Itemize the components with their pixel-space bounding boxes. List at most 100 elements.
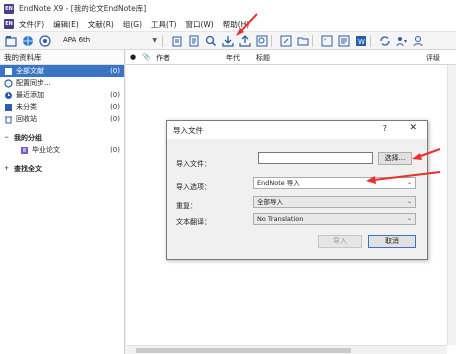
sidebar-group-find-fulltext[interactable]: + 查找全文 — [0, 162, 124, 175]
sidebar-item-label: 最近添加 — [16, 91, 44, 99]
import-option-value: EndNote 导入 — [257, 179, 300, 187]
word-icon[interactable]: W — [354, 34, 367, 47]
menu-bar: EN 文件(F) 编辑(E) 文献(R) 组(G) 工具(T) 窗口(W) 帮助… — [0, 17, 456, 32]
sidebar-item-recent[interactable]: 最近添加 (0) — [0, 89, 124, 101]
text-translation-value: No Translation — [257, 215, 304, 223]
sidebar-item-label: 毕业论文 — [32, 146, 60, 154]
import-file-dialog: 导入文件 ? ✕ 导入文件： 选择... 导入选项： EndNote 导入 ⌄ … — [166, 120, 428, 260]
open-file-icon[interactable] — [296, 34, 309, 47]
open-reference-icon[interactable] — [187, 34, 200, 47]
horizontal-scrollbar[interactable] — [126, 345, 447, 354]
export-icon[interactable] — [238, 34, 251, 47]
reference-list-header: ● 📎 作者 年代 标题 评级 — [126, 50, 456, 65]
window-title: EndNote X9 - [我的论文EndNote库] — [19, 4, 147, 13]
dialog-title-bar: 导入文件 ? ✕ — [167, 121, 427, 139]
recent-icon — [4, 91, 13, 100]
toolbar-divider — [312, 34, 313, 47]
trash-icon — [4, 115, 13, 124]
sidebar-item-trash[interactable]: 回收站 (0) — [0, 113, 124, 125]
title-bar: EN EndNote X9 - [我的论文EndNote库] — [0, 0, 456, 17]
import-option-label: 导入选项： — [176, 183, 211, 191]
column-header-title[interactable]: 标题 — [256, 53, 270, 63]
attachment-column-icon[interactable]: 📎 — [142, 53, 151, 61]
import-file-label: 导入文件： — [176, 160, 211, 168]
menu-help[interactable]: 帮助(H) — [223, 19, 250, 30]
sidebar-item-label: 全部文献 — [16, 67, 44, 75]
toolbar-divider — [271, 34, 272, 47]
choose-file-button[interactable]: 选择... — [378, 152, 412, 165]
endnote-menu-icon[interactable]: EN — [4, 19, 14, 29]
menu-edit[interactable]: 编辑(E) — [53, 19, 79, 30]
online-search-icon[interactable] — [21, 34, 34, 47]
vertical-scrollbar[interactable] — [447, 65, 456, 345]
sidebar-group-my-groups[interactable]: − 我的分组 — [0, 131, 124, 144]
duplicates-select[interactable]: 全部导入 ⌄ — [253, 196, 416, 208]
sidebar-group-title: 我的分组 — [14, 133, 42, 142]
sidebar-item-thesis[interactable]: 毕业论文 (0) — [0, 144, 124, 156]
sidebar-item-label: 回收站 — [16, 115, 37, 123]
sidebar-item-label: 配置同步... — [16, 79, 51, 87]
online-find-icon[interactable] — [255, 34, 268, 47]
menu-window[interactable]: 窗口(W) — [185, 19, 213, 30]
import-file-input[interactable] — [258, 152, 373, 164]
all-refs-icon — [4, 67, 13, 76]
new-reference-icon[interactable] — [170, 34, 183, 47]
group-folder-icon — [20, 146, 29, 155]
citation-style-select[interactable]: APA 6th ▼ — [59, 34, 159, 47]
chevron-down-icon: ⌄ — [406, 198, 412, 205]
user-icon[interactable] — [412, 34, 425, 47]
read-status-column-icon[interactable]: ● — [130, 53, 136, 61]
endnote-app-icon: EN — [4, 3, 14, 14]
duplicates-value: 全部导入 — [257, 198, 283, 206]
menu-references[interactable]: 文献(R) — [88, 19, 114, 30]
column-header-author[interactable]: 作者 — [156, 53, 170, 63]
toolbar-divider — [370, 34, 371, 47]
sidebar-item-count: (0) — [110, 146, 120, 154]
menu-file[interactable]: 文件(F) — [19, 19, 44, 30]
svg-text:": " — [324, 38, 327, 45]
format-bibliography-icon[interactable] — [337, 34, 350, 47]
sidebar-item-count: (0) — [110, 103, 120, 111]
integrated-icon[interactable] — [38, 34, 51, 47]
import-icon[interactable] — [221, 34, 234, 47]
svg-text:▾: ▾ — [404, 38, 407, 45]
collapse-icon[interactable]: − — [4, 134, 10, 141]
sidebar-item-count: (0) — [110, 67, 120, 75]
text-translation-select[interactable]: No Translation ⌄ — [253, 213, 416, 225]
citation-style-value: APA 6th — [63, 36, 91, 44]
sidebar-item-all-references[interactable]: 全部文献 (0) — [0, 65, 124, 77]
horizontal-scrollbar-thumb[interactable] — [136, 348, 351, 353]
sync-icon[interactable] — [378, 34, 391, 47]
open-link-icon[interactable] — [279, 34, 292, 47]
svg-text:W: W — [358, 38, 365, 46]
text-translation-label: 文本翻译： — [176, 218, 211, 226]
chevron-down-icon: ▼ — [152, 37, 157, 44]
sidebar: 我的资料库 全部文献 (0) 配置同步... 最近添加 (0) 未分类 (0) … — [0, 50, 125, 354]
sidebar-item-count: (0) — [110, 91, 120, 99]
chevron-down-icon: ⌄ — [406, 179, 412, 186]
sync-config-icon — [4, 78, 13, 88]
insert-citation-icon[interactable]: " — [320, 34, 333, 47]
unfiled-icon — [4, 103, 13, 112]
import-option-select[interactable]: EndNote 导入 ⌄ — [253, 177, 416, 189]
sidebar-group-title: 查找全文 — [14, 164, 42, 173]
close-icon[interactable]: ✕ — [409, 123, 417, 133]
share-icon[interactable]: ▾ — [395, 34, 408, 47]
library-icon[interactable] — [4, 34, 17, 47]
sidebar-header: 我的资料库 — [0, 50, 124, 65]
column-header-rating[interactable]: 评级 — [426, 53, 440, 63]
menu-tools[interactable]: 工具(T) — [151, 19, 176, 30]
column-header-year[interactable]: 年代 — [226, 53, 240, 63]
cancel-button[interactable]: 取消 — [368, 235, 416, 248]
import-button[interactable]: 导入 — [318, 235, 362, 248]
find-fulltext-icon[interactable] — [204, 34, 217, 47]
help-button[interactable]: ? — [383, 124, 387, 133]
expand-icon[interactable]: + — [4, 165, 10, 172]
sidebar-item-unfiled[interactable]: 未分类 (0) — [0, 101, 124, 113]
chevron-down-icon: ⌄ — [406, 215, 412, 222]
sidebar-item-count: (0) — [110, 115, 120, 123]
dialog-title: 导入文件 — [173, 125, 203, 135]
menu-groups[interactable]: 组(G) — [123, 19, 142, 30]
sidebar-item-sync-config[interactable]: 配置同步... — [0, 77, 124, 89]
sidebar-item-label: 未分类 — [16, 103, 37, 111]
